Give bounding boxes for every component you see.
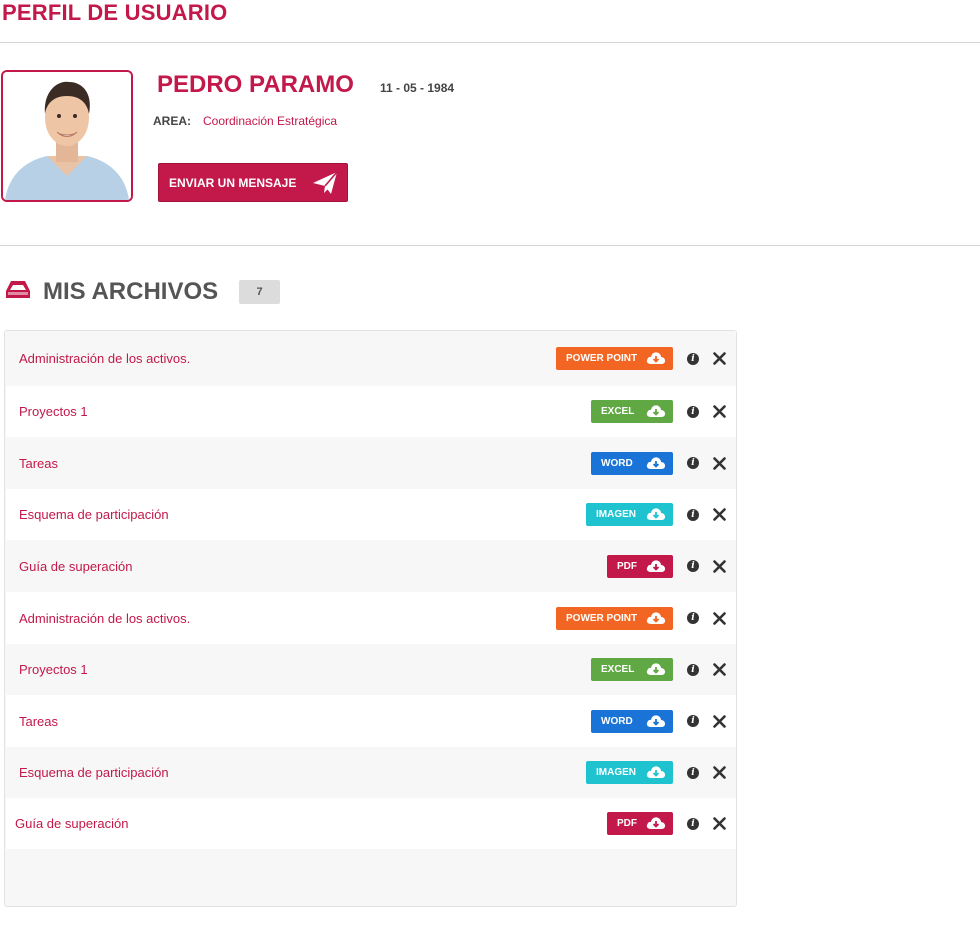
- close-icon[interactable]: [713, 714, 726, 728]
- info-icon[interactable]: i: [687, 715, 699, 727]
- file-type-label: WORD: [601, 715, 633, 727]
- file-type-download-button[interactable]: EXCEL: [591, 658, 673, 681]
- file-type-download-button[interactable]: PDF: [607, 554, 673, 578]
- divider: [0, 42, 980, 43]
- file-type-label: POWER POINT: [566, 353, 638, 364]
- file-name-link[interactable]: Proyectos 1: [19, 662, 88, 677]
- close-icon[interactable]: [713, 456, 726, 470]
- area-label: AREA:: [153, 114, 191, 128]
- file-type-label: POWER POINT: [566, 612, 638, 624]
- close-icon[interactable]: [713, 663, 726, 676]
- close-icon[interactable]: [713, 817, 726, 830]
- info-icon[interactable]: i: [687, 457, 699, 469]
- file-row: Guía de superación PDF i: [6, 798, 736, 849]
- file-type-download-button[interactable]: EXCEL: [591, 400, 673, 423]
- file-type-label: PDF: [617, 818, 637, 829]
- file-name-link[interactable]: Administración de los activos.: [19, 611, 190, 626]
- file-name-link[interactable]: Guía de superación: [15, 816, 128, 831]
- paper-plane-icon: [311, 169, 339, 200]
- info-icon[interactable]: i: [687, 352, 699, 365]
- info-icon[interactable]: i: [687, 508, 699, 521]
- file-type-download-button[interactable]: POWER POINT: [556, 347, 673, 370]
- file-type-label: EXCEL: [601, 406, 635, 417]
- file-name-link[interactable]: Tareas: [19, 456, 58, 471]
- file-row: Proyectos 1 EXCEL i: [6, 644, 736, 695]
- file-name-link[interactable]: Esquema de participación: [19, 765, 169, 780]
- send-message-label: ENVIAR UN MENSAJE: [169, 175, 297, 190]
- inbox-tray-icon: [5, 279, 31, 306]
- file-type-label: IMAGEN: [596, 767, 636, 778]
- file-row: Tareas WORD i: [6, 437, 736, 489]
- file-type-download-button[interactable]: PDF: [607, 812, 673, 835]
- area-value: Coordinación Estratégica: [203, 114, 338, 128]
- info-icon[interactable]: i: [687, 560, 699, 572]
- info-icon[interactable]: i: [687, 612, 699, 624]
- cloud-download-icon: [646, 456, 666, 473]
- close-icon[interactable]: [713, 405, 726, 418]
- cloud-download-icon: [646, 611, 666, 628]
- info-icon[interactable]: i: [687, 817, 699, 830]
- cloud-download-icon: [646, 559, 666, 576]
- close-icon[interactable]: [713, 352, 726, 365]
- close-icon[interactable]: [713, 766, 726, 779]
- file-type-label: EXCEL: [601, 664, 635, 675]
- cloud-download-icon: [646, 714, 666, 731]
- close-icon[interactable]: [713, 508, 726, 521]
- avatar: [1, 70, 133, 202]
- cloud-download-icon: [646, 404, 666, 421]
- send-message-button[interactable]: ENVIAR UN MENSAJE: [158, 163, 348, 202]
- user-birthdate: 11 - 05 - 1984: [380, 81, 455, 95]
- file-row: Tareas WORD i: [6, 695, 736, 747]
- info-icon[interactable]: i: [687, 663, 699, 676]
- files-header: MIS ARCHIVOS: [5, 278, 218, 306]
- file-row: Administración de los activos. POWER POIN…: [6, 592, 736, 644]
- file-row: Esquema de participación IMAGEN i: [6, 489, 736, 540]
- file-type-label: WORD: [601, 457, 633, 469]
- user-name: PEDRO PARAMO: [157, 71, 354, 98]
- file-type-download-button[interactable]: POWER POINT: [556, 606, 673, 630]
- file-name-link[interactable]: Administración de los activos.: [19, 351, 190, 366]
- info-icon[interactable]: i: [687, 766, 699, 779]
- files-list: Administración de los activos. POWER POIN…: [4, 330, 737, 907]
- file-name-link[interactable]: Esquema de participación: [19, 507, 169, 522]
- file-type-label: IMAGEN: [596, 509, 636, 520]
- file-name-link[interactable]: Proyectos 1: [19, 404, 88, 419]
- file-row: Esquema de participación IMAGEN i: [6, 747, 736, 798]
- file-type-download-button[interactable]: WORD: [591, 451, 673, 475]
- files-count-badge: 7: [239, 280, 280, 304]
- cloud-download-icon: [646, 351, 666, 368]
- file-type-label: PDF: [617, 560, 637, 572]
- file-type-download-button[interactable]: IMAGEN: [586, 503, 673, 526]
- cloud-download-icon: [646, 662, 666, 679]
- file-type-download-button[interactable]: WORD: [591, 709, 673, 733]
- cloud-download-icon: [646, 816, 666, 833]
- info-icon[interactable]: i: [687, 405, 699, 418]
- page-title: PERFIL DE USUARIO: [2, 0, 228, 25]
- file-name-link[interactable]: Guía de superación: [19, 559, 132, 574]
- file-row: Administración de los activos. POWER POIN…: [6, 331, 736, 386]
- file-row: Proyectos 1 EXCEL i: [6, 386, 736, 437]
- file-type-download-button[interactable]: IMAGEN: [586, 761, 673, 784]
- file-name-link[interactable]: Tareas: [19, 714, 58, 729]
- cloud-download-icon: [646, 507, 666, 524]
- divider: [0, 245, 980, 246]
- cloud-download-icon: [646, 765, 666, 782]
- files-title: MIS ARCHIVOS: [43, 278, 219, 305]
- file-row: Guía de superación PDF i: [6, 540, 736, 592]
- close-icon[interactable]: [713, 611, 726, 625]
- close-icon[interactable]: [713, 559, 726, 573]
